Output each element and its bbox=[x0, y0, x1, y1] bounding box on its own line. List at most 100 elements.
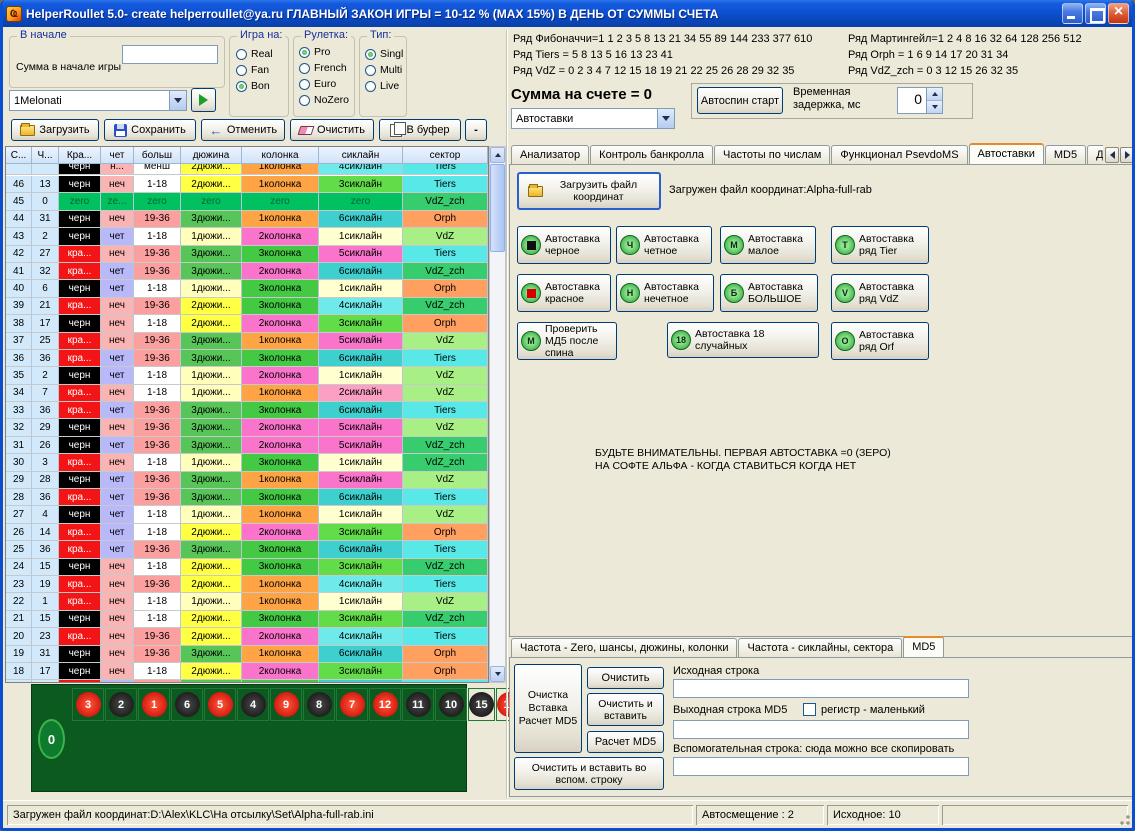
spin-row-44[interactable]: 4431черннеч19-363дюжи...1колонка6сиклайн… bbox=[6, 211, 488, 228]
spinner-up-icon[interactable] bbox=[927, 88, 942, 101]
main-tab-5[interactable]: MD5 bbox=[1045, 145, 1086, 164]
spin-row-41[interactable]: 4132кра...чет19-363дюжи...2колонка6сикла… bbox=[6, 263, 488, 280]
start-sum-input[interactable] bbox=[122, 45, 218, 64]
spin-row-26[interactable]: 2614кра...чет1-182дюжи...2колонка3сиклай… bbox=[6, 524, 488, 541]
board-number-9[interactable]: 9 bbox=[270, 688, 302, 721]
board-number-11[interactable]: 11 bbox=[402, 688, 434, 721]
clear-button[interactable]: Очистить bbox=[290, 119, 374, 141]
load-coordinates-button[interactable]: Загрузить файл координат bbox=[517, 172, 661, 210]
board-number-8[interactable]: 8 bbox=[303, 688, 335, 721]
spin-row-partial[interactable]: чернн...менш2дюжи...1колонка4сиклайнTier… bbox=[6, 164, 488, 175]
title-bar[interactable]: HelperRoullet 5.0- create helperroullet@… bbox=[0, 0, 1135, 27]
spin-row-46[interactable]: 4613черннеч1-182дюжи...1колонка3сиклайнT… bbox=[6, 176, 488, 193]
spin-row-36[interactable]: 3636кра...чет19-363дюжи...3колонка6сикла… bbox=[6, 350, 488, 367]
main-tab-6[interactable]: Делени bbox=[1087, 145, 1103, 164]
main-tab-1[interactable]: Контроль банкролла bbox=[590, 145, 713, 164]
column-header-4[interactable]: больш bbox=[134, 147, 181, 164]
spin-row-20[interactable]: 2023кра...неч19-362дюжи...2колонка4сикла… bbox=[6, 628, 488, 645]
bet-button-9[interactable]: 18Автоставка 18 случайных bbox=[667, 322, 819, 358]
radio-option-Singl[interactable]: Singl bbox=[365, 46, 403, 62]
undo-button[interactable]: Отменить bbox=[201, 119, 285, 141]
scroll-down-icon[interactable] bbox=[490, 666, 505, 682]
autobets-combobox[interactable]: Автоставки bbox=[511, 108, 675, 129]
resize-grip[interactable] bbox=[1118, 814, 1131, 827]
radio-option-Euro[interactable]: Euro bbox=[299, 76, 349, 92]
combo-dropdown-icon[interactable] bbox=[657, 109, 674, 128]
main-tab-2[interactable]: Частоты по числам bbox=[714, 145, 830, 164]
board-number-10[interactable]: 10 bbox=[435, 688, 467, 721]
bet-button-0[interactable]: Автоставка черное bbox=[517, 226, 611, 264]
board-number-12[interactable]: 12 bbox=[369, 688, 401, 721]
close-button[interactable] bbox=[1108, 3, 1129, 24]
radio-option-French[interactable]: French bbox=[299, 60, 349, 76]
spin-row-38[interactable]: 3817черннеч1-182дюжи...2колонка3сиклайнO… bbox=[6, 315, 488, 332]
spin-row-22[interactable]: 221кра...неч1-181дюжи...1колонка1сиклайн… bbox=[6, 593, 488, 610]
spin-row-28[interactable]: 2836кра...чет19-363дюжи...3колонка6сикла… bbox=[6, 489, 488, 506]
load-button[interactable]: Загрузить bbox=[11, 119, 99, 141]
radio-option-Real[interactable]: Real bbox=[236, 46, 273, 62]
md5-source-input[interactable] bbox=[673, 679, 969, 698]
bet-button-6[interactable]: БАвтоставка БОЛЬШОЕ bbox=[720, 274, 818, 312]
board-number-6[interactable]: 6 bbox=[171, 688, 203, 721]
save-button[interactable]: Сохранить bbox=[104, 119, 196, 141]
bet-button-5[interactable]: НАвтоставка нечетное bbox=[616, 274, 714, 312]
maximize-button[interactable] bbox=[1085, 3, 1106, 24]
spin-row-32[interactable]: 3229черннеч19-363дюжи...2колонка5сиклайн… bbox=[6, 419, 488, 436]
spin-row-37[interactable]: 3725кра...неч19-363дюжи...1колонка5сикла… bbox=[6, 333, 488, 350]
profile-combobox[interactable]: 1Melonati bbox=[9, 90, 187, 111]
delay-spinner[interactable]: 0 bbox=[897, 87, 943, 114]
spin-row-42[interactable]: 4227кра...неч19-363дюжи...3колонка5сикла… bbox=[6, 246, 488, 263]
board-number-3[interactable]: 3 bbox=[72, 688, 104, 721]
spinner-down-icon[interactable] bbox=[927, 101, 942, 113]
spin-row-35[interactable]: 352чернчет1-181дюжи...2колонка1сиклайнVd… bbox=[6, 367, 488, 384]
combo-dropdown-icon[interactable] bbox=[169, 91, 186, 110]
spin-row-23[interactable]: 2319кра...неч19-362дюжи...1колонка4сикла… bbox=[6, 576, 488, 593]
md5-clear-button[interactable]: Очистить bbox=[587, 667, 664, 689]
main-tab-0[interactable]: Анализатор bbox=[511, 145, 589, 164]
column-header-1[interactable]: Ч... bbox=[32, 147, 59, 164]
bet-button-2[interactable]: МАвтоставка малое bbox=[720, 226, 816, 264]
play-button[interactable] bbox=[191, 88, 216, 112]
spin-row-19[interactable]: 1931черннеч19-363дюжи...1колонка6сиклайн… bbox=[6, 646, 488, 663]
radio-option-Bon[interactable]: Bon bbox=[236, 78, 273, 94]
spin-row-21[interactable]: 2115черннеч1-182дюжи...3колонка3сиклайнV… bbox=[6, 611, 488, 628]
spin-row-33[interactable]: 3336кра...чет19-363дюжи...3колонка6сикла… bbox=[6, 402, 488, 419]
bet-button-3[interactable]: ТАвтоставка ряд Tier bbox=[831, 226, 929, 264]
tab-scroll-right-icon[interactable] bbox=[1120, 147, 1134, 163]
collapse-button[interactable]: - bbox=[465, 119, 487, 141]
tab-scroll-left-icon[interactable] bbox=[1105, 147, 1119, 163]
board-number-1[interactable]: 1 bbox=[138, 688, 170, 721]
table-scrollbar[interactable] bbox=[489, 146, 506, 683]
column-header-6[interactable]: колонка bbox=[242, 147, 319, 164]
board-number-7[interactable]: 7 bbox=[336, 688, 368, 721]
spin-row-27[interactable]: 274чернчет1-181дюжи...1колонка1сиклайнVd… bbox=[6, 506, 488, 523]
column-header-7[interactable]: сиклайн bbox=[319, 147, 403, 164]
column-header-3[interactable]: чет bbox=[101, 147, 134, 164]
md5-big-button[interactable]: Очистка Вставка Расчет MD5 bbox=[514, 664, 582, 753]
board-number-5[interactable]: 5 bbox=[204, 688, 236, 721]
spin-row-34[interactable]: 347кра...неч1-181дюжи...1колонка2сиклайн… bbox=[6, 385, 488, 402]
board-number-4[interactable]: 4 bbox=[237, 688, 269, 721]
scrollbar-thumb[interactable] bbox=[490, 164, 505, 252]
column-header-0[interactable]: С... bbox=[6, 147, 32, 164]
board-number-15[interactable]: 15 bbox=[468, 688, 495, 721]
md5-aux-input[interactable] bbox=[673, 757, 969, 776]
md5-clear-aux-button[interactable]: Очистить и вставить во вспом. строку bbox=[514, 757, 664, 790]
spin-row-17[interactable]: 1736кра...чет19-363дюжи...3колонка6сикла… bbox=[6, 680, 488, 683]
panel-divider[interactable] bbox=[506, 30, 507, 798]
radio-option-Multi[interactable]: Multi bbox=[365, 62, 403, 78]
minimize-button[interactable] bbox=[1062, 3, 1083, 24]
bottom-tab-2[interactable]: MD5 bbox=[903, 636, 944, 657]
bet-button-1[interactable]: ЧАвтоставка четное bbox=[616, 226, 712, 264]
spin-row-30[interactable]: 303кра...неч1-181дюжи...3колонка1сиклайн… bbox=[6, 454, 488, 471]
radio-option-Live[interactable]: Live bbox=[365, 78, 403, 94]
bottom-tab-1[interactable]: Частота - сиклайны, сектора bbox=[738, 638, 902, 657]
spin-row-25[interactable]: 2536кра...чет19-363дюжи...3колонка6сикла… bbox=[6, 541, 488, 558]
spin-row-45[interactable]: 450zeroze...zerozerozerozeroVdZ_zch bbox=[6, 193, 488, 210]
spin-row-29[interactable]: 2928чернчет19-363дюжи...1колонка5сиклайн… bbox=[6, 472, 488, 489]
bet-button-4[interactable]: Автоставка красное bbox=[517, 274, 611, 312]
spin-row-40[interactable]: 406чернчет1-181дюжи...3колонка1сиклайнOr… bbox=[6, 280, 488, 297]
buffer-button[interactable]: В буфер bbox=[379, 119, 461, 141]
main-tab-4[interactable]: Автоставки bbox=[969, 143, 1044, 164]
spin-row-18[interactable]: 1817черннеч1-182дюжи...2колонка3сиклайнO… bbox=[6, 663, 488, 680]
